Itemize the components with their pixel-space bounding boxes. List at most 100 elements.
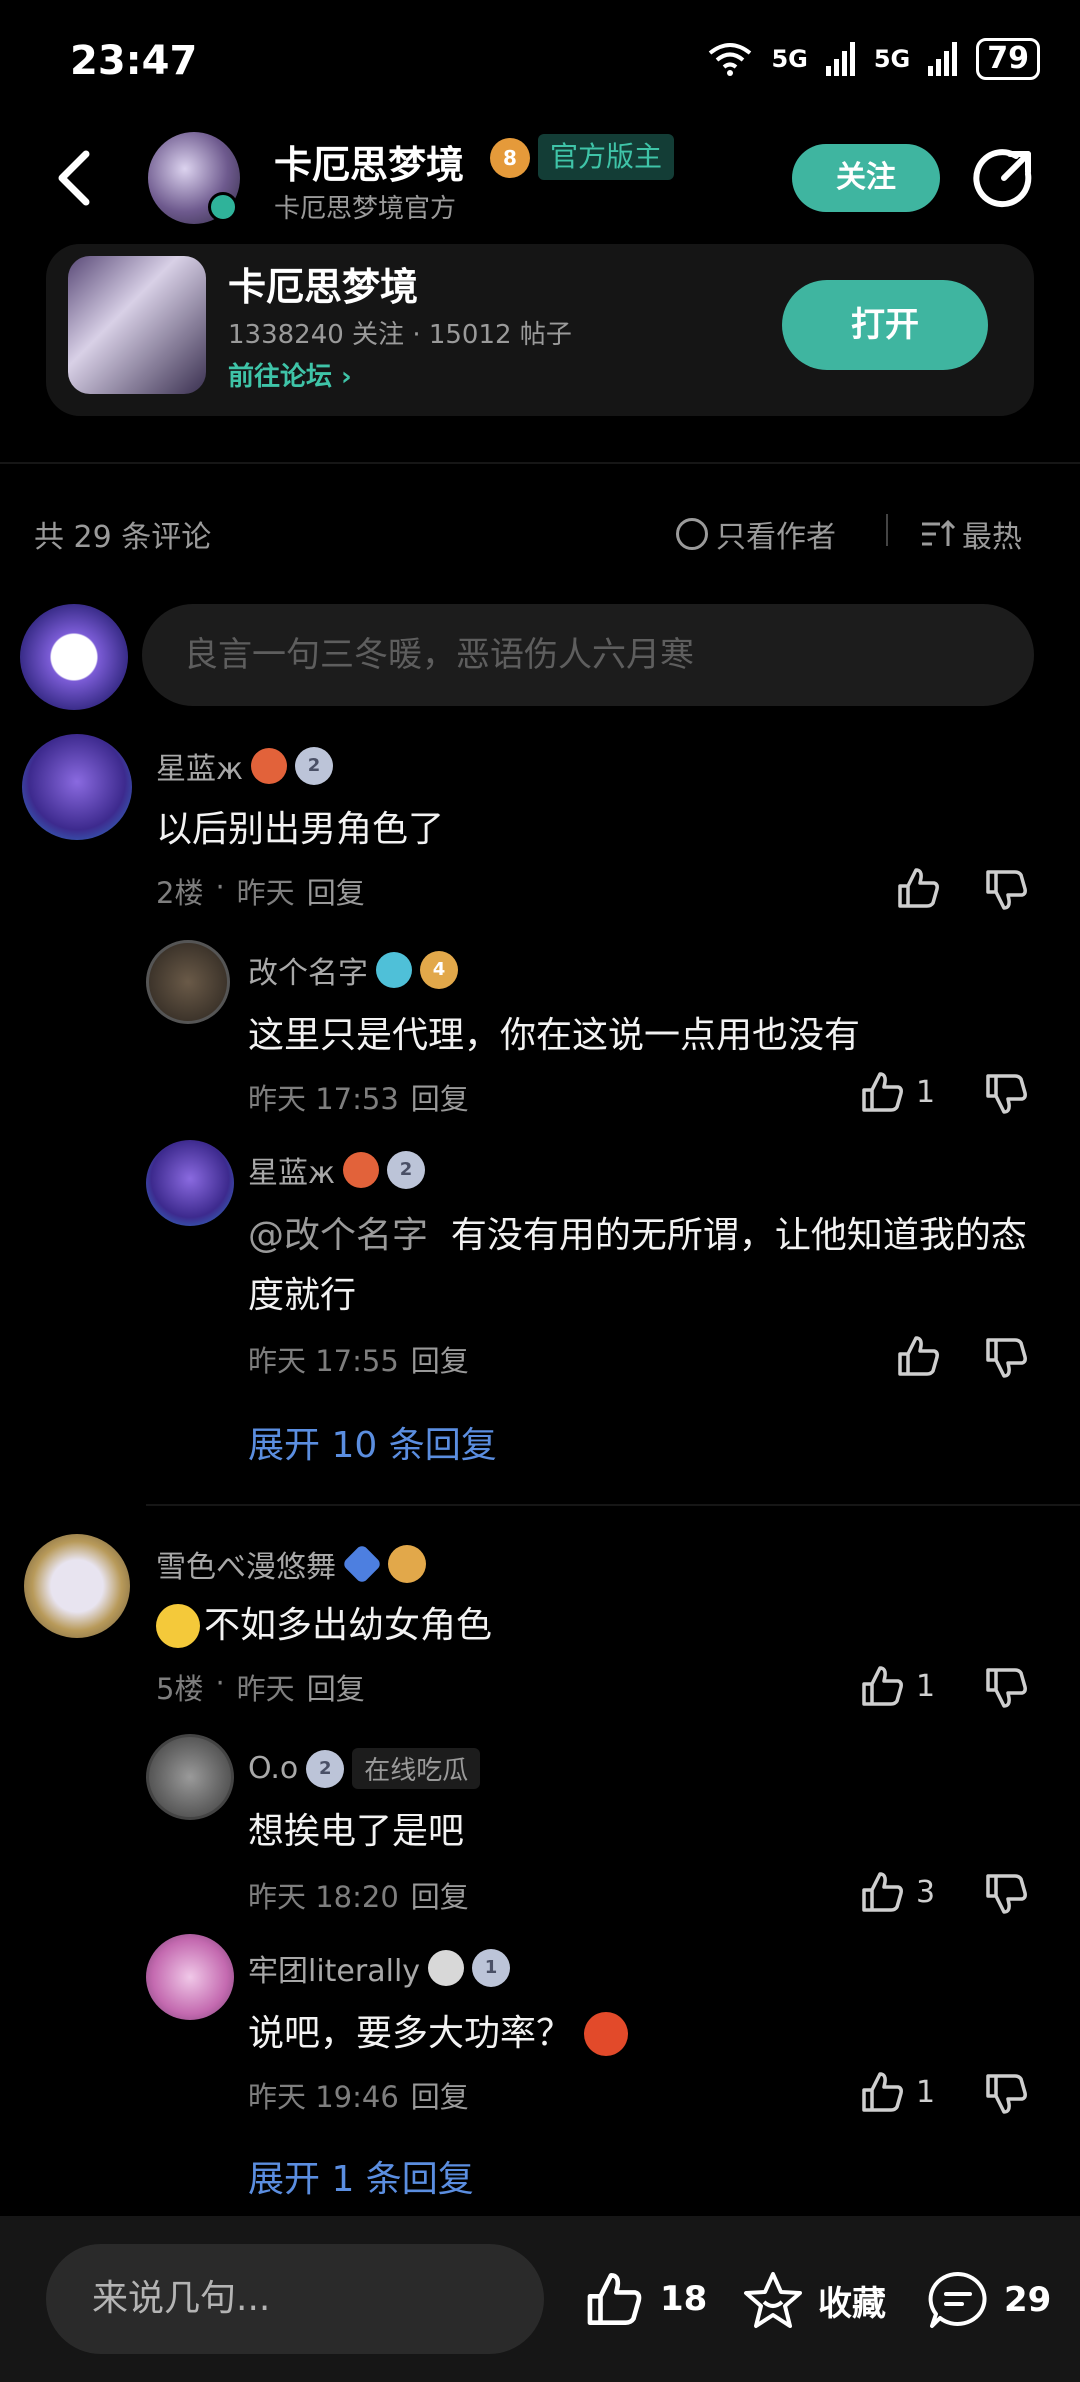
signal-icon-1: [825, 42, 855, 76]
diamond-badge-icon: [341, 1543, 383, 1585]
replier-name-row: O.o 2 在线吃瓜: [248, 1748, 481, 1789]
reply-text: @改个名字 有没有用的无所谓，让他知道我的态度就行: [248, 1206, 1038, 1326]
open-button[interactable]: 打开: [782, 280, 988, 370]
radio-circle-icon: [676, 518, 708, 550]
favorite-button[interactable]: 收藏: [742, 2270, 886, 2330]
reply-meta: 昨天 17:55 回复: [248, 1338, 469, 1380]
comment-total: 29: [1004, 2280, 1052, 2320]
like-button[interactable]: 1: [860, 1070, 935, 1114]
mention-link[interactable]: @改个名字: [248, 1215, 428, 1256]
replier-name-row: 星蓝ж 2: [248, 1148, 426, 1192]
like-button[interactable]: [896, 1334, 942, 1378]
commenter-name-row: 星蓝ж 2: [156, 744, 334, 788]
thumbs-down-icon[interactable]: [984, 868, 1030, 912]
reply-body: 说吧，要多大功率？: [248, 2013, 573, 2054]
thumbs-up-icon: [898, 868, 939, 908]
official-moderator-tag: 官方版主: [538, 134, 675, 180]
divider: [886, 514, 888, 546]
reply-meta: 昨天 19:46 回复: [248, 2074, 469, 2116]
status-time: 23:47: [70, 38, 198, 84]
level-badge: 2: [387, 1151, 426, 1189]
thumbs-down-icon[interactable]: [984, 1336, 1030, 1380]
forum-title: 卡厄思梦境: [228, 265, 419, 309]
thumbs-up-icon: [862, 1666, 903, 1706]
thumbs-down-icon[interactable]: [984, 1666, 1030, 1710]
commenter-name[interactable]: 星蓝ж: [156, 744, 243, 788]
reply-time: 昨天 19:46: [248, 2080, 399, 2114]
thumbs-down-icon[interactable]: [984, 1872, 1030, 1916]
comments-button[interactable]: 29: [926, 2270, 1051, 2330]
s-badge-icon: [376, 952, 412, 988]
go-to-forum-link[interactable]: 前往论坛 ›: [228, 356, 352, 393]
commenter-name[interactable]: 雪色べ漫悠舞: [156, 1542, 336, 1586]
signal-label-1: 5G: [771, 45, 808, 73]
replier-name[interactable]: O.o: [248, 1751, 298, 1786]
commenter-avatar[interactable]: [24, 1534, 130, 1638]
comment-input[interactable]: 良言一句三冬暖，恶语伤人六月寒: [142, 604, 1034, 706]
level-badge: [388, 1545, 426, 1583]
like-button[interactable]: [896, 866, 942, 910]
level-badge: 8: [490, 138, 530, 178]
like-post-button[interactable]: 18: [584, 2270, 707, 2328]
level-badge: 1: [472, 1949, 511, 1987]
like-count: 1: [916, 1074, 936, 1110]
reply-text: 这里只是代理，你在这说一点用也没有: [248, 1015, 861, 1056]
favorite-label: 收藏: [818, 2283, 886, 2324]
replier-avatar[interactable]: [146, 1734, 234, 1820]
thumbs-down-icon[interactable]: [984, 1072, 1030, 1116]
reply-time: 昨天 18:20: [248, 1880, 399, 1914]
thumbs-up-icon: [862, 1072, 903, 1112]
only-author-toggle[interactable]: 只看作者: [676, 512, 836, 556]
angry-emoji-icon: [584, 2012, 629, 2056]
divider: [0, 462, 1080, 464]
thumbs-up-icon: [898, 1336, 939, 1376]
character-badge-icon: [428, 1950, 465, 1986]
reply-button[interactable]: 回复: [411, 1338, 469, 1380]
back-arrow-icon[interactable]: [52, 148, 98, 208]
comment-count: 共 29 条评论: [34, 520, 212, 555]
thumbs-up-icon: [862, 1872, 903, 1912]
reply-text: 想挨电了是吧: [248, 1811, 465, 1852]
comment-text: 不如多出幼女角色: [156, 1596, 492, 1656]
forum-cover-image: [68, 256, 206, 394]
replier-name[interactable]: 改个名字: [248, 948, 368, 992]
level-badge: 2: [295, 747, 334, 785]
like-button[interactable]: 1: [860, 2070, 935, 2114]
share-icon[interactable]: [972, 148, 1034, 210]
bottom-comment-input[interactable]: 来说几句...: [46, 2244, 544, 2354]
follow-button[interactable]: 关注: [792, 144, 940, 212]
signal-label-2: 5G: [873, 45, 911, 73]
replier-avatar[interactable]: [146, 1934, 234, 2020]
reply-button[interactable]: 回复: [307, 1666, 365, 1708]
comment-body: 不如多出幼女角色: [204, 1605, 493, 1646]
floor-number: 5楼: [156, 1672, 204, 1706]
author-name[interactable]: 卡厄思梦境: [274, 134, 464, 189]
sort-toggle[interactable]: 最热: [920, 512, 1022, 556]
reply-button[interactable]: 回复: [307, 870, 365, 912]
replier-name[interactable]: 星蓝ж: [248, 1148, 335, 1192]
replier-avatar[interactable]: [146, 940, 230, 1024]
like-button[interactable]: 3: [860, 1870, 935, 1914]
like-count: 3: [916, 1874, 936, 1910]
only-author-label: 只看作者: [716, 520, 836, 555]
comment-meta: 5楼 · 昨天 回复: [156, 1666, 365, 1708]
reply-meta: 昨天 18:20 回复: [248, 1874, 469, 1916]
expand-replies-link[interactable]: 展开 10 条回复: [248, 1416, 497, 1468]
replier-avatar[interactable]: [146, 1140, 234, 1226]
divider: [146, 1504, 1080, 1506]
floor-number: 2楼: [156, 876, 204, 910]
reply-button[interactable]: 回复: [411, 2074, 469, 2116]
replier-name[interactable]: 牢团literally: [248, 1946, 420, 1990]
commenter-avatar[interactable]: [22, 734, 132, 840]
expand-replies-link[interactable]: 展开 1 条回复: [248, 2150, 474, 2202]
reply-button[interactable]: 回复: [411, 1874, 469, 1916]
signal-icon-2: [928, 42, 958, 76]
verified-icon: [208, 192, 238, 222]
sort-label: 最热: [962, 520, 1022, 555]
reply-button[interactable]: 回复: [411, 1076, 469, 1118]
like-button[interactable]: 1: [860, 1664, 935, 1708]
comment-text: 以后别出男角色了: [156, 809, 445, 850]
thumbs-down-icon[interactable]: [984, 2072, 1030, 2116]
comment-time: 昨天: [236, 876, 295, 910]
thumbs-up-icon: [587, 2272, 642, 2326]
